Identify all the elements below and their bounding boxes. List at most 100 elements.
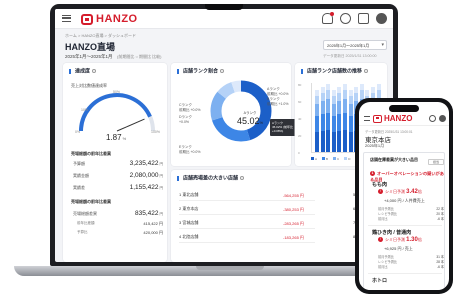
section-heading: 店頭在庫差異が大きい品目 bbox=[370, 157, 418, 162]
brand-name: HANZO bbox=[96, 13, 138, 25]
stat-sub-label: 前年比差額 bbox=[77, 221, 95, 225]
avatar[interactable] bbox=[376, 13, 387, 24]
detail-row: 前月比 -6 本 bbox=[378, 216, 444, 221]
detail-label: 前月比 bbox=[378, 265, 388, 269]
brand-logo[interactable]: HANZO bbox=[373, 114, 412, 123]
detail-label: 前月比 bbox=[378, 217, 388, 221]
stat-sub-value: 420,000 円 bbox=[143, 230, 163, 235]
help-icon[interactable] bbox=[340, 13, 351, 24]
section-heading: 売場総額の前年比差異 bbox=[71, 151, 111, 156]
y-tick: 40 bbox=[298, 117, 302, 121]
forecast-unit: 倍 bbox=[417, 189, 422, 194]
menu-icon[interactable] bbox=[364, 116, 370, 121]
stat-value: 3,235,422円 bbox=[130, 160, 163, 167]
detail-row: 前月比 -6 本 bbox=[378, 264, 444, 269]
gain-text: +4,000 円 / 人件費売上 bbox=[384, 198, 425, 203]
rank-label: Cランク 前期比 +0.0% bbox=[179, 103, 201, 112]
card-title: 達成度 bbox=[69, 69, 97, 75]
detail-value: -6 本 bbox=[437, 265, 444, 269]
grid-icon[interactable] bbox=[358, 13, 369, 24]
brand-logo[interactable]: HANZO bbox=[81, 13, 138, 25]
stat-value: 2,080,000円 bbox=[130, 172, 163, 179]
trend-bar[interactable] bbox=[320, 87, 325, 152]
trend-bar-segment bbox=[331, 116, 336, 133]
menu-icon[interactable] bbox=[62, 15, 71, 22]
table-row[interactable]: 3 宮城店舗 -283,265 円 bbox=[179, 220, 315, 229]
stat-value: 1,155,422円 bbox=[130, 184, 163, 191]
trend-bar[interactable] bbox=[331, 90, 336, 152]
trend-bar[interactable] bbox=[326, 84, 331, 152]
notification-dot bbox=[330, 12, 334, 16]
forecast-label: シミ日予測 bbox=[385, 237, 405, 242]
info-icon[interactable] bbox=[364, 69, 369, 73]
table-row[interactable]: 2 東京本店 -380,253 円 bbox=[179, 206, 315, 215]
stat-label: 売場総額差異 bbox=[73, 211, 97, 216]
category-title: ホトロ bbox=[372, 278, 388, 284]
table-row[interactable]: 1 東北店舗 -564,255 円 bbox=[179, 192, 315, 201]
info-icon[interactable] bbox=[220, 69, 225, 73]
stat-unit: 円 bbox=[159, 174, 164, 178]
trend-bar-segment bbox=[326, 90, 331, 99]
legend-item[interactable]: A bbox=[311, 157, 317, 161]
forecast-label: シミ日予測 bbox=[385, 189, 405, 194]
bell-icon[interactable] bbox=[322, 12, 334, 24]
updated-at: データ更新日 2025/1/31 13:00:00 bbox=[323, 54, 377, 58]
trend-bar-segment bbox=[348, 116, 353, 133]
brand-name: HANZO bbox=[384, 114, 413, 123]
legend-item[interactable]: B bbox=[322, 157, 328, 161]
grid-icon[interactable] bbox=[429, 115, 436, 122]
gauge-chart: 0% 10% 50% 100% bbox=[75, 90, 160, 134]
laptop-base-groove bbox=[196, 266, 264, 270]
stat-label: 実績金額 bbox=[73, 173, 89, 178]
legend-swatch bbox=[311, 157, 314, 160]
compare-toggle[interactable]: (前期間比 ○ 期間比 比較) bbox=[117, 54, 161, 60]
trend-bar-segment bbox=[326, 112, 331, 131]
info-icon[interactable] bbox=[92, 69, 97, 73]
divider bbox=[368, 273, 442, 274]
alert-dot-icon: ! bbox=[378, 237, 383, 243]
gauge-value-unit: % bbox=[122, 136, 127, 141]
stat-row: 実績差 1,155,422円 bbox=[73, 184, 163, 191]
y-tick: 60 bbox=[298, 100, 302, 104]
donut-center: Aランク 45.02% bbox=[237, 111, 263, 126]
legend-label: A bbox=[315, 157, 318, 161]
trend-bar[interactable] bbox=[348, 90, 353, 152]
section-heading: 売場総額の前年比差異 bbox=[71, 199, 111, 204]
trend-bar-segment bbox=[320, 92, 325, 102]
store-name: 1 東北店舗 bbox=[179, 192, 199, 197]
y-tick: 0 bbox=[298, 151, 300, 155]
legend-label: C bbox=[337, 157, 340, 161]
stat-sub-value: 415,422 円 bbox=[143, 221, 163, 226]
card-title-text: 店舗ランク割合 bbox=[183, 68, 219, 75]
stat-number: 2,080,000 bbox=[129, 172, 159, 179]
trend-bar-segment bbox=[354, 92, 359, 102]
trend-bar[interactable] bbox=[337, 87, 342, 152]
rank-label: Bランク 前期比 +1.0% bbox=[267, 97, 289, 106]
rank-label: Eランク 前期比 +0.0% bbox=[179, 145, 201, 154]
table-row[interactable]: 4 北陸店舗 -183,265 円 bbox=[179, 234, 315, 243]
store-diff: -283,265 円 bbox=[283, 221, 304, 226]
trend-bar-segment bbox=[348, 103, 353, 117]
phone-dynamic-island bbox=[389, 105, 419, 112]
filter-chip[interactable]: 担当 bbox=[428, 159, 444, 165]
store-name: 4 北陸店舗 bbox=[179, 234, 199, 239]
logo-mark-icon bbox=[81, 13, 93, 25]
stat-unit: 円 bbox=[159, 162, 164, 166]
info-icon[interactable] bbox=[240, 176, 245, 180]
top-bar: HANZO bbox=[55, 9, 393, 29]
trend-bar-segment bbox=[331, 103, 336, 117]
period-select[interactable]: 2025年1月〜2025年1月 bbox=[323, 40, 387, 50]
divider bbox=[368, 225, 442, 226]
avatar[interactable] bbox=[439, 115, 446, 122]
trend-bar-segment bbox=[331, 95, 336, 104]
donut-center-unit: % bbox=[259, 120, 264, 125]
trend-bar[interactable] bbox=[315, 90, 319, 152]
breadcrumb[interactable]: ホーム > HANZO直場 > ダッシュボード bbox=[65, 33, 136, 39]
legend-swatch bbox=[322, 157, 326, 160]
donut-center-number: 45.02 bbox=[237, 116, 260, 126]
trend-bar-segment bbox=[343, 90, 347, 99]
legend-swatch bbox=[344, 157, 348, 160]
legend-item[interactable]: D bbox=[344, 157, 350, 161]
legend-item[interactable]: C bbox=[333, 157, 339, 161]
trend-bar[interactable] bbox=[343, 84, 347, 152]
